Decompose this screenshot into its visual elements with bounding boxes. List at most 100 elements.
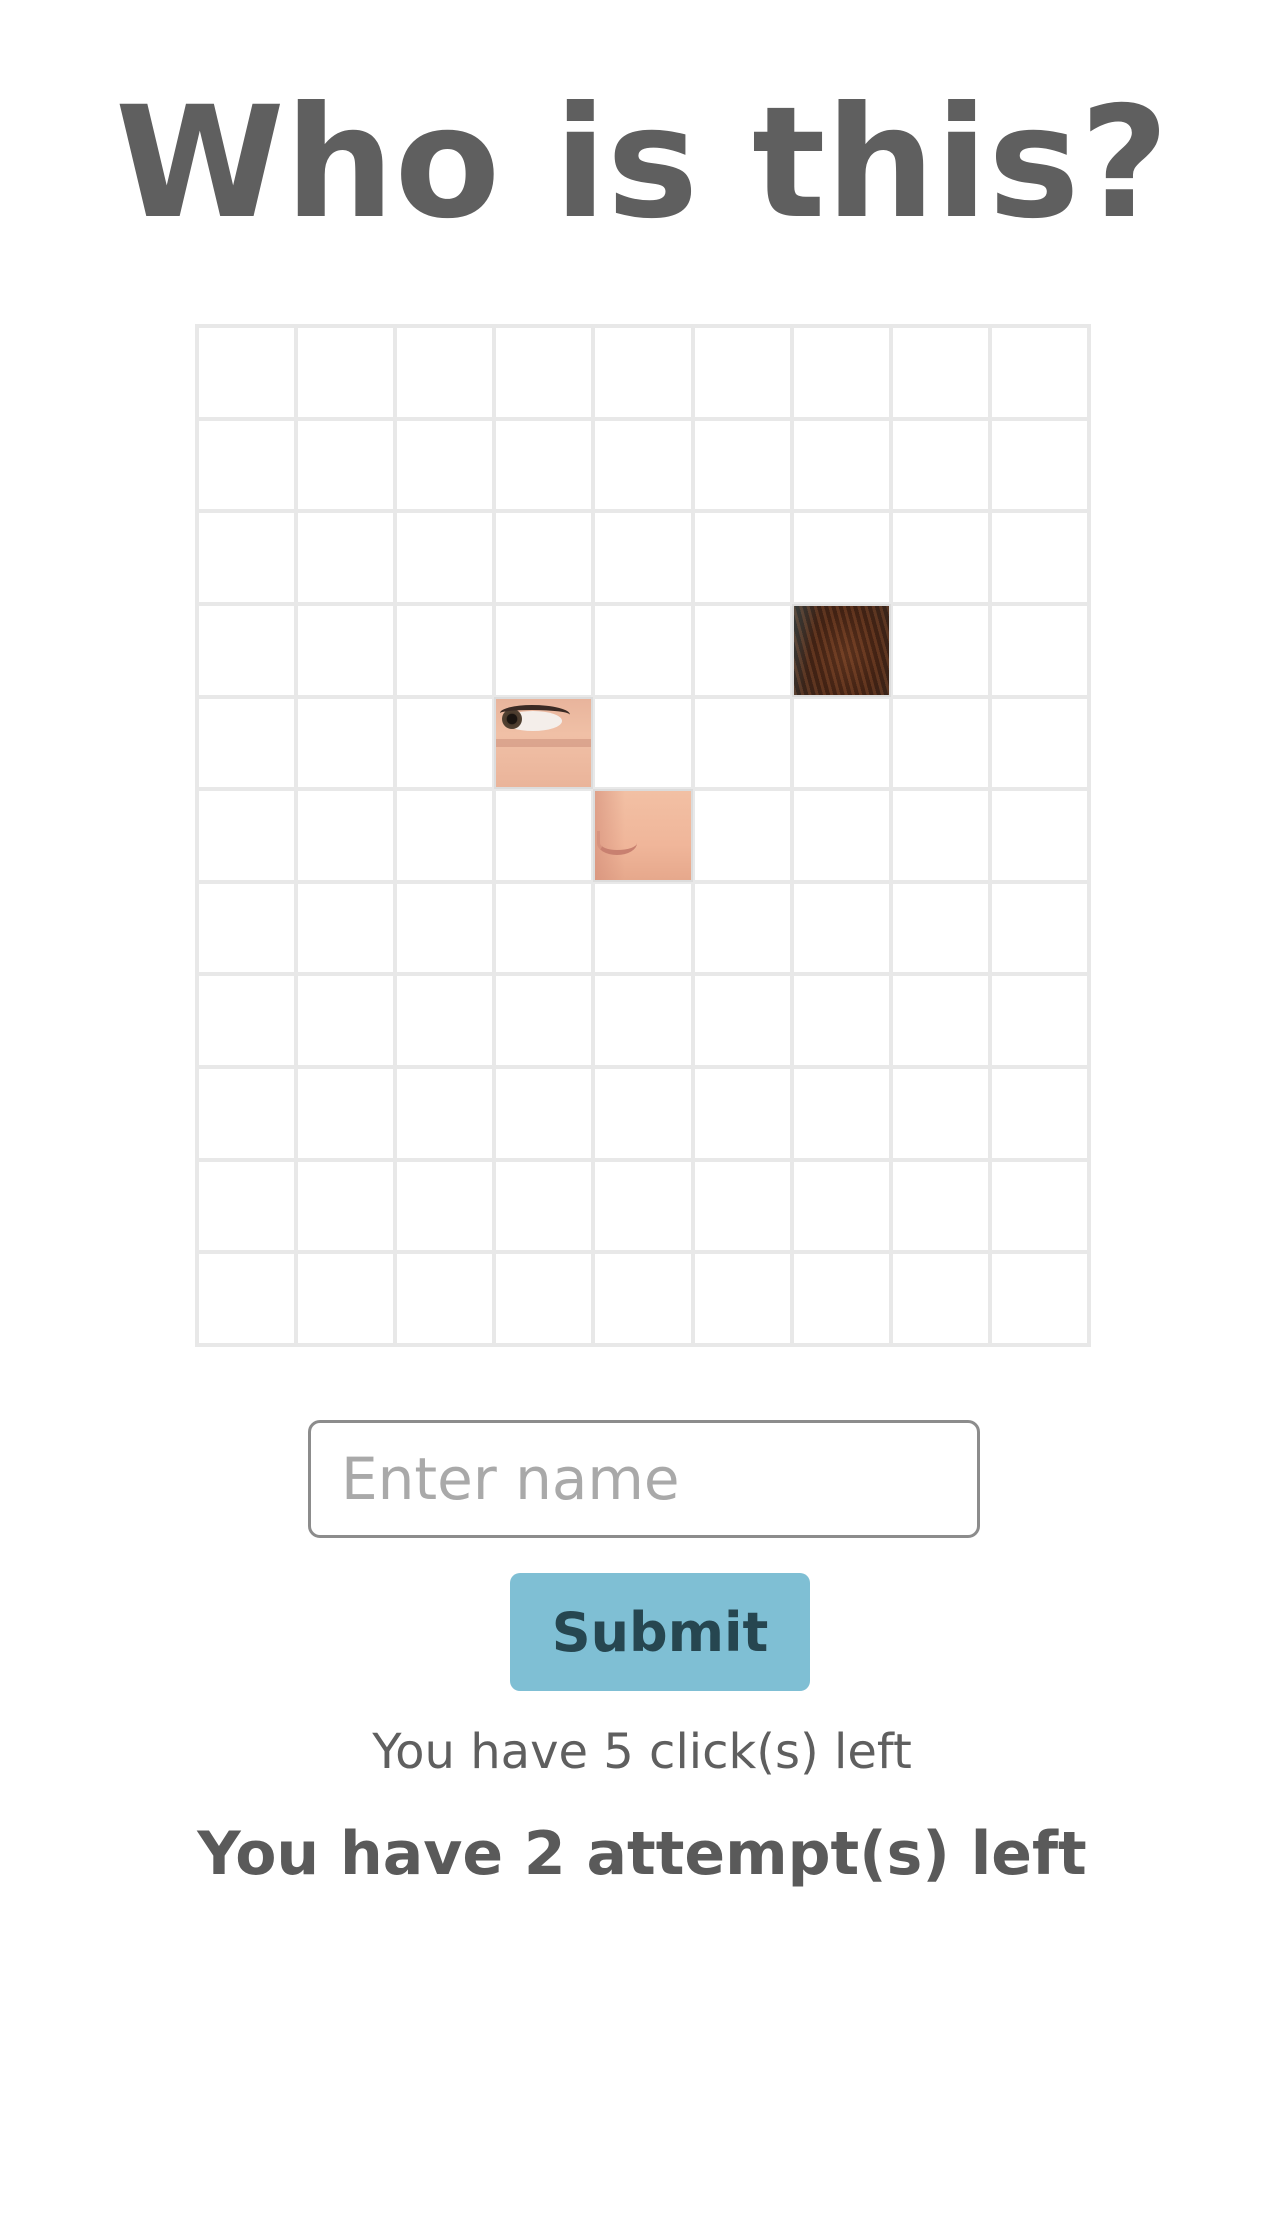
revealed-tile-hair[interactable]	[791, 603, 891, 697]
hidden-tile[interactable]	[989, 974, 1089, 1068]
hidden-tile[interactable]	[890, 1159, 990, 1253]
hidden-tile[interactable]	[296, 1159, 396, 1253]
hidden-tile[interactable]	[494, 418, 594, 512]
hidden-tile[interactable]	[890, 1252, 990, 1345]
hidden-tile[interactable]	[296, 696, 396, 790]
hidden-tile[interactable]	[494, 603, 594, 697]
hidden-tile[interactable]	[395, 1252, 495, 1345]
hidden-tile[interactable]	[593, 1159, 693, 1253]
hidden-tile[interactable]	[692, 789, 792, 882]
hidden-tile[interactable]	[197, 696, 297, 790]
hidden-tile[interactable]	[890, 603, 990, 697]
hidden-tile[interactable]	[989, 1252, 1089, 1345]
hidden-tile[interactable]	[593, 881, 693, 975]
hidden-tile[interactable]	[989, 511, 1089, 604]
hidden-tile[interactable]	[296, 603, 396, 697]
hidden-tile[interactable]	[395, 974, 495, 1068]
hidden-tile[interactable]	[791, 511, 891, 604]
hidden-tile[interactable]	[197, 1159, 297, 1253]
hidden-tile[interactable]	[692, 326, 792, 419]
hidden-tile[interactable]	[791, 696, 891, 790]
hidden-tile[interactable]	[989, 418, 1089, 512]
hidden-tile[interactable]	[593, 418, 693, 512]
hidden-tile[interactable]	[989, 603, 1089, 697]
hidden-tile[interactable]	[791, 418, 891, 512]
hidden-tile[interactable]	[296, 1067, 396, 1160]
hidden-tile[interactable]	[197, 881, 297, 975]
hidden-tile[interactable]	[494, 1067, 594, 1160]
submit-button[interactable]: Submit	[510, 1573, 810, 1691]
hidden-tile[interactable]	[395, 1159, 495, 1253]
hidden-tile[interactable]	[395, 1067, 495, 1160]
hidden-tile[interactable]	[692, 1252, 792, 1345]
hidden-tile[interactable]	[890, 418, 990, 512]
hidden-tile[interactable]	[593, 603, 693, 697]
hidden-tile[interactable]	[593, 511, 693, 604]
hidden-tile[interactable]	[197, 511, 297, 604]
hidden-tile[interactable]	[494, 511, 594, 604]
hidden-tile[interactable]	[296, 789, 396, 882]
hidden-tile[interactable]	[395, 511, 495, 604]
hidden-tile[interactable]	[692, 881, 792, 975]
hidden-tile[interactable]	[395, 603, 495, 697]
hidden-tile[interactable]	[296, 1252, 396, 1345]
hidden-tile[interactable]	[791, 974, 891, 1068]
hidden-tile[interactable]	[197, 326, 297, 419]
hidden-tile[interactable]	[890, 511, 990, 604]
hidden-tile[interactable]	[692, 974, 792, 1068]
hidden-tile[interactable]	[296, 326, 396, 419]
hidden-tile[interactable]	[692, 1067, 792, 1160]
hidden-tile[interactable]	[692, 603, 792, 697]
hidden-tile[interactable]	[494, 1252, 594, 1345]
hidden-tile[interactable]	[791, 326, 891, 419]
hidden-tile[interactable]	[791, 789, 891, 882]
hidden-tile[interactable]	[197, 418, 297, 512]
hidden-tile[interactable]	[395, 789, 495, 882]
hidden-tile[interactable]	[989, 326, 1089, 419]
hidden-tile[interactable]	[791, 1159, 891, 1253]
hidden-tile[interactable]	[197, 1067, 297, 1160]
hidden-tile[interactable]	[395, 418, 495, 512]
hidden-tile[interactable]	[890, 326, 990, 419]
hidden-tile[interactable]	[296, 881, 396, 975]
hidden-tile[interactable]	[593, 696, 693, 790]
hidden-tile[interactable]	[197, 603, 297, 697]
hidden-tile[interactable]	[395, 881, 495, 975]
hidden-tile[interactable]	[692, 418, 792, 512]
hidden-tile[interactable]	[890, 696, 990, 790]
hidden-tile[interactable]	[197, 974, 297, 1068]
revealed-tile-eye[interactable]	[494, 696, 594, 790]
hidden-tile[interactable]	[593, 974, 693, 1068]
hidden-tile[interactable]	[197, 1252, 297, 1345]
hidden-tile[interactable]	[296, 511, 396, 604]
hidden-tile[interactable]	[494, 881, 594, 975]
hidden-tile[interactable]	[494, 974, 594, 1068]
hidden-tile[interactable]	[494, 326, 594, 419]
hidden-tile[interactable]	[890, 974, 990, 1068]
hidden-tile[interactable]	[989, 1067, 1089, 1160]
name-input[interactable]	[308, 1420, 980, 1538]
hidden-tile[interactable]	[692, 511, 792, 604]
hidden-tile[interactable]	[989, 789, 1089, 882]
hidden-tile[interactable]	[593, 1067, 693, 1160]
hidden-tile[interactable]	[989, 696, 1089, 790]
revealed-tile-nose[interactable]	[593, 789, 693, 882]
hidden-tile[interactable]	[197, 789, 297, 882]
hidden-tile[interactable]	[593, 326, 693, 419]
hidden-tile[interactable]	[791, 881, 891, 975]
hidden-tile[interactable]	[395, 326, 495, 419]
hidden-tile[interactable]	[791, 1252, 891, 1345]
hidden-tile[interactable]	[989, 881, 1089, 975]
hidden-tile[interactable]	[890, 881, 990, 975]
hidden-tile[interactable]	[593, 1252, 693, 1345]
hidden-tile[interactable]	[494, 1159, 594, 1253]
hidden-tile[interactable]	[296, 418, 396, 512]
hidden-tile[interactable]	[890, 789, 990, 882]
hidden-tile[interactable]	[692, 1159, 792, 1253]
hidden-tile[interactable]	[494, 789, 594, 882]
hidden-tile[interactable]	[989, 1159, 1089, 1253]
hidden-tile[interactable]	[395, 696, 495, 790]
hidden-tile[interactable]	[296, 974, 396, 1068]
hidden-tile[interactable]	[890, 1067, 990, 1160]
hidden-tile[interactable]	[791, 1067, 891, 1160]
